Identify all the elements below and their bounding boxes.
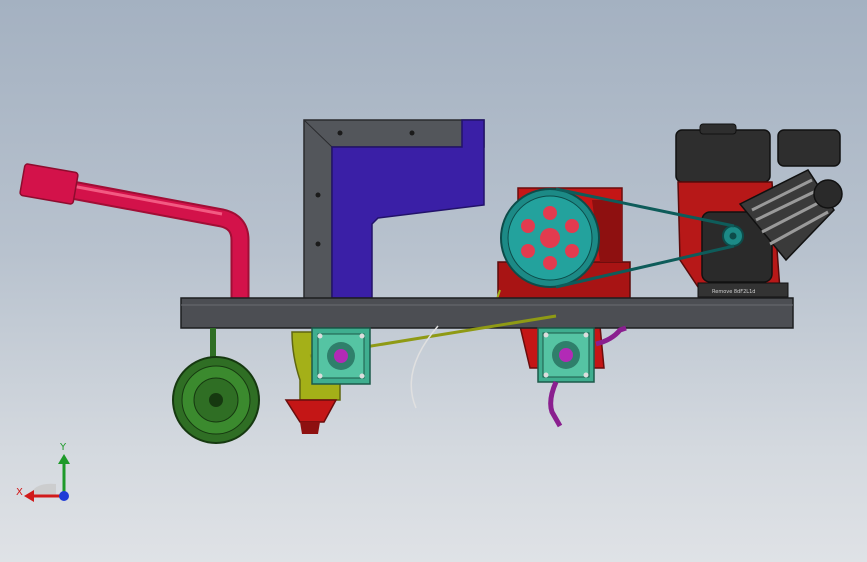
left-bearing[interactable] bbox=[311, 327, 371, 385]
handle-tube[interactable] bbox=[19, 163, 250, 298]
x-axis-label: X bbox=[16, 487, 23, 498]
hopper[interactable] bbox=[331, 119, 485, 299]
y-axis-label: Y bbox=[60, 442, 67, 453]
assembly-model[interactable]: Remove 8dF2L1d bbox=[0, 0, 867, 562]
engine[interactable]: Remove 8dF2L1d bbox=[675, 123, 843, 298]
right-bearing[interactable] bbox=[537, 327, 595, 383]
drive-pulley[interactable] bbox=[500, 188, 600, 288]
engine-nameplate: Remove 8dF2L1d bbox=[712, 289, 755, 295]
wheel[interactable] bbox=[172, 328, 260, 444]
model-viewport[interactable]: Remove 8dF2L1d Y X bbox=[0, 0, 867, 562]
main-frame-bar[interactable] bbox=[180, 297, 794, 329]
coordinate-triad: Y X bbox=[8, 438, 88, 508]
